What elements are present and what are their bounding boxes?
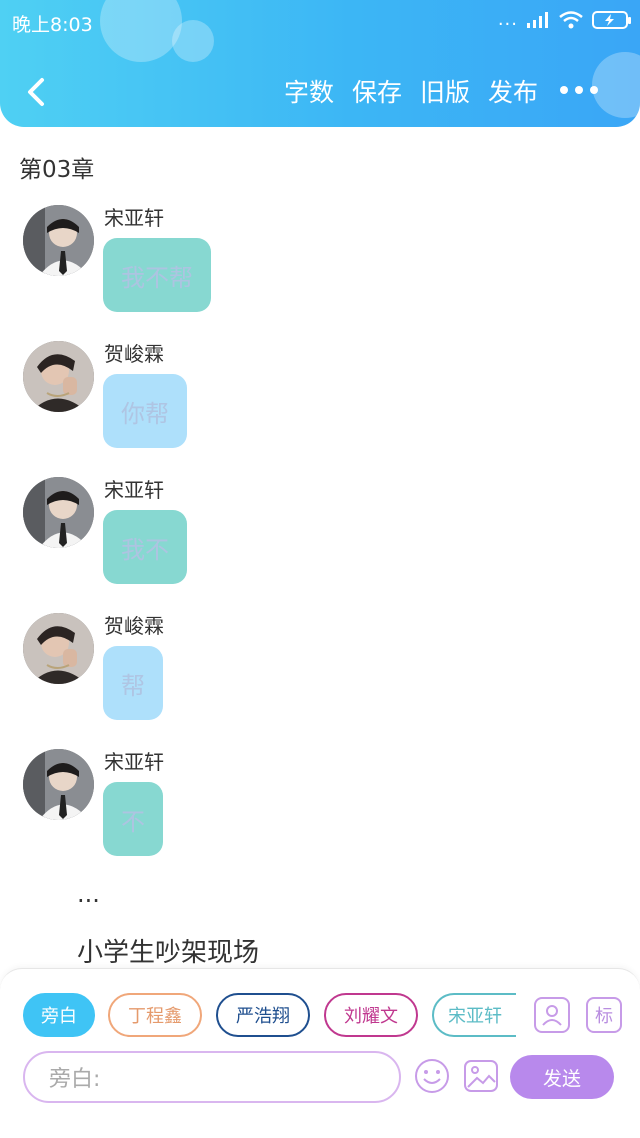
- avatar-he-junlin[interactable]: [23, 613, 94, 684]
- status-icons: ...: [497, 9, 631, 30]
- avatar-song-yaxuan[interactable]: [23, 749, 94, 820]
- publish-button[interactable]: 发布: [488, 78, 538, 108]
- user-card-icon[interactable]: [534, 997, 570, 1033]
- save-button[interactable]: 保存: [352, 78, 402, 108]
- message-bubble[interactable]: 你帮: [103, 374, 187, 448]
- signal-icon: [527, 12, 548, 28]
- wifi-icon: [559, 11, 583, 29]
- chat-message: 贺峻霖 你帮: [23, 341, 623, 461]
- role-chip-narration[interactable]: 旁白: [23, 993, 95, 1037]
- avatar-song-yaxuan[interactable]: [23, 205, 94, 276]
- speaker-name: 贺峻霖: [104, 342, 164, 366]
- top-header: 晚上8:03 ... 字数 保存 旧版 发布: [0, 0, 640, 127]
- old-version-button[interactable]: 旧版: [420, 78, 470, 108]
- chat-message: 贺峻霖 帮: [23, 613, 623, 733]
- input-placeholder: 旁白:: [49, 1067, 101, 1092]
- chat-message: 宋亚轩 我不: [23, 477, 623, 597]
- speaker-name: 宋亚轩: [104, 206, 164, 230]
- tag-label: 标: [595, 1006, 613, 1027]
- battery-charging-icon: [592, 11, 631, 29]
- decorative-bubble: [100, 0, 182, 62]
- tag-button[interactable]: 标: [586, 997, 622, 1033]
- message-bubble[interactable]: 我不帮: [103, 238, 211, 312]
- smiley-icon[interactable]: [413, 1057, 451, 1095]
- message-bubble[interactable]: 我不: [103, 510, 187, 584]
- message-input[interactable]: 旁白:: [23, 1051, 401, 1103]
- chat-message: 宋亚轩 不: [23, 749, 623, 869]
- role-chip-yan-haoxiang[interactable]: 严浩翔: [216, 993, 310, 1037]
- message-bubble[interactable]: 帮: [103, 646, 163, 720]
- chapter-title: 第03章: [19, 157, 95, 183]
- avatar-he-junlin[interactable]: [23, 341, 94, 412]
- more-options-icon[interactable]: [560, 86, 600, 100]
- narration-ellipsis: ...: [77, 880, 100, 908]
- word-count-button[interactable]: 字数: [284, 78, 334, 108]
- message-bubble[interactable]: 不: [103, 782, 163, 856]
- composer-panel: 旁白 丁程鑫 严浩翔 刘耀文 宋亚轩 标 旁白: 发送: [0, 968, 640, 1138]
- send-button[interactable]: 发送: [510, 1055, 614, 1099]
- speaker-name: 宋亚轩: [104, 478, 164, 502]
- status-time: 晚上8:03: [12, 14, 93, 36]
- role-chip-song-yaxuan[interactable]: 宋亚轩: [432, 993, 516, 1037]
- role-chip-ding-chengxin[interactable]: 丁程鑫: [108, 993, 202, 1037]
- more-dots-status: ...: [497, 9, 518, 30]
- speaker-name: 贺峻霖: [104, 614, 164, 638]
- narration-text[interactable]: 小学生吵架现场: [77, 932, 259, 969]
- image-icon[interactable]: [462, 1057, 500, 1095]
- chat-message: 宋亚轩 我不帮: [23, 205, 623, 325]
- back-chevron-icon[interactable]: [18, 72, 54, 112]
- avatar-song-yaxuan[interactable]: [23, 477, 94, 548]
- header-actions: 字数 保存 旧版 发布: [284, 78, 538, 108]
- role-chip-liu-yaowen[interactable]: 刘耀文: [324, 993, 418, 1037]
- decorative-bubble: [172, 20, 214, 62]
- decorative-bubble: [592, 52, 640, 118]
- speaker-name: 宋亚轩: [104, 750, 164, 774]
